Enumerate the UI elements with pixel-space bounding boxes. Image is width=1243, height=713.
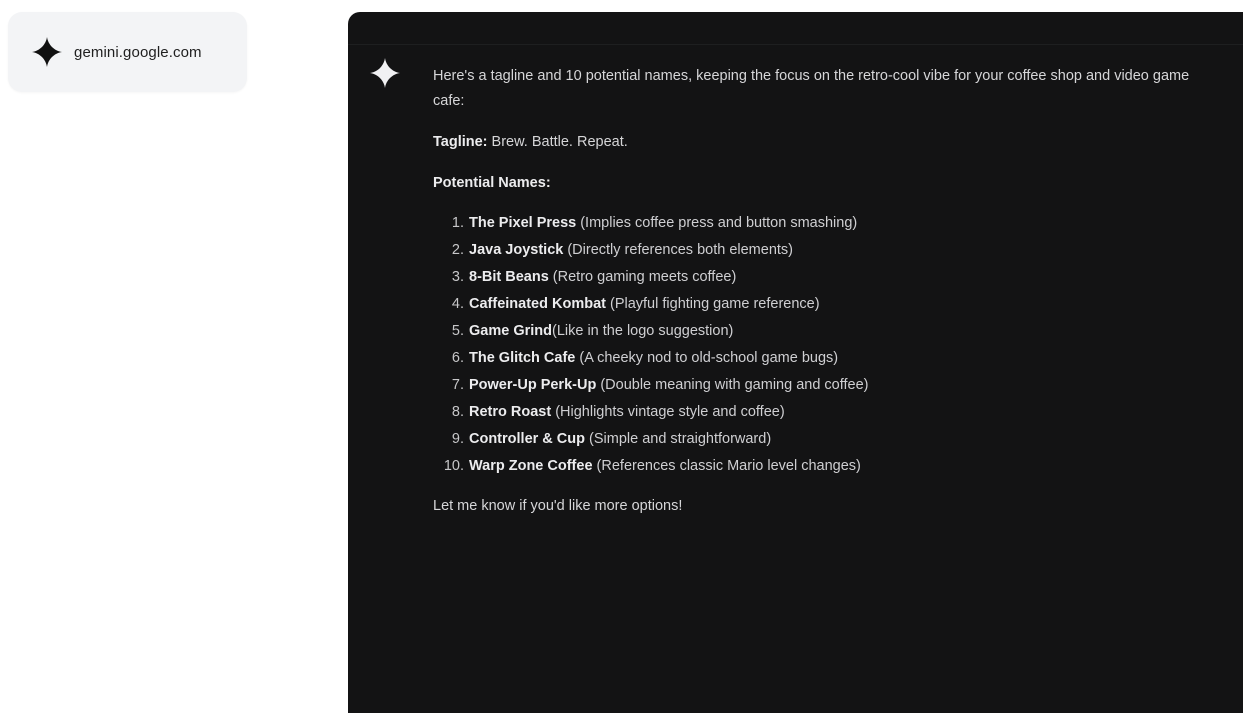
response-panel: Here's a tagline and 10 potential names,…	[348, 12, 1243, 713]
list-item: 1. The Pixel Press (Implies coffee press …	[451, 215, 858, 231]
tagline-label: Tagline:	[433, 134, 488, 150]
list-item: 9. Controller & Cup (Simple and straightf…	[451, 431, 772, 447]
response-content: Here's a tagline and 10 potential names,…	[433, 64, 1223, 519]
list-item: 10. Warp Zone Coffee (References classic …	[443, 458, 861, 474]
source-domain: gemini.google.com	[74, 43, 202, 61]
list-item: 3. 8-Bit Beans (Retro gaming meets coffee…	[451, 269, 737, 285]
gemini-sparkle-icon	[370, 58, 400, 88]
names-list: 1. The Pixel Press (Implies coffee press …	[433, 210, 1223, 480]
names-heading: Potential Names:	[433, 175, 551, 191]
divider	[348, 44, 1243, 45]
response-outro: Let me know if you'd like more options!	[433, 498, 683, 514]
response-intro: Here's a tagline and 10 potential names,…	[433, 68, 1190, 109]
list-item: 6. The Glitch Cafe (A cheeky nod to old-s…	[451, 350, 839, 366]
list-item: 4. Caffeinated Kombat (Playful fighting g…	[451, 296, 820, 312]
list-item: 7. Power-Up Perk-Up (Double meaning with …	[451, 377, 869, 393]
list-item: 8. Retro Roast (Highlights vintage style …	[451, 404, 785, 420]
source-chip[interactable]: gemini.google.com	[8, 12, 247, 92]
gemini-sparkle-icon	[32, 37, 62, 67]
tagline-value: Brew. Battle. Repeat.	[487, 134, 628, 150]
list-item: 2. Java Joystick (Directly references bot…	[451, 242, 793, 258]
list-item: 5. Game Grind(Like in the logo suggestion…	[451, 323, 734, 339]
tagline: Tagline: Brew. Battle. Repeat.	[433, 130, 1223, 155]
